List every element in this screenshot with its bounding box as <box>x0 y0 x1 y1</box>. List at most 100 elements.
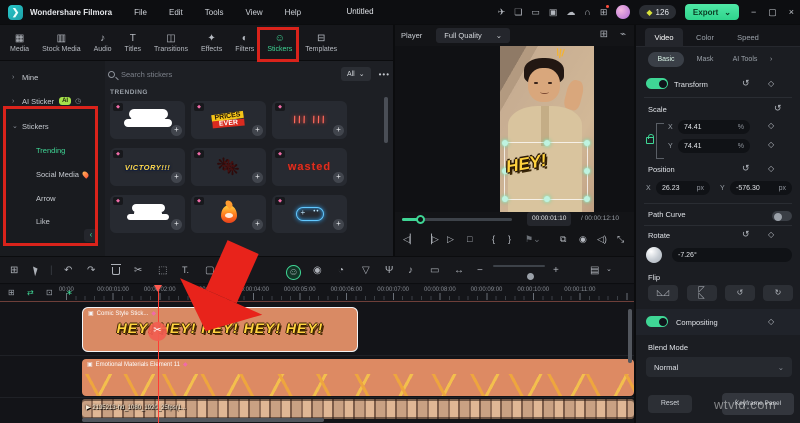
menu-tools[interactable]: Tools <box>205 8 224 17</box>
tab-media[interactable]: ▦ Media <box>10 33 29 53</box>
share-icon[interactable]: ✈ <box>498 7 506 18</box>
scale-y-keyframe-icon[interactable]: ◇ <box>768 140 774 149</box>
audio-stretch-icon[interactable]: ♪ <box>408 265 413 276</box>
timeline-zoom-slider[interactable] <box>493 265 545 280</box>
split-icon[interactable]: ✂ <box>134 265 142 276</box>
dual-screen-icon[interactable]: ⧉ <box>560 234 566 245</box>
timeline-ruler[interactable]: ⊞ ⇄ ⊡ ∗ 00:0000:00:01:0000:00:02:0000:00… <box>0 285 634 302</box>
play-button[interactable]: ▷ <box>447 234 454 245</box>
sticker-blush-marks[interactable]: ◆ \\\ \\\ + <box>272 101 347 139</box>
tab-color[interactable]: Color <box>688 28 722 47</box>
add-sticker-button[interactable]: + <box>333 125 344 136</box>
export-button[interactable]: Export ⌄ <box>684 4 739 20</box>
menu-edit[interactable]: Edit <box>169 8 183 17</box>
sidebar-item-mine[interactable]: › Mine <box>0 67 105 87</box>
sticker-victory[interactable]: ◆ VICTORY!!! + <box>110 148 185 186</box>
grid-view-icon[interactable]: ⊞ <box>600 30 608 40</box>
tab-titles[interactable]: T Titles <box>125 33 141 53</box>
add-sticker-button[interactable]: + <box>252 219 263 230</box>
auto-ripple-icon[interactable]: ⇄ <box>27 288 34 297</box>
add-sticker-button[interactable]: + <box>333 172 344 183</box>
lock-icon[interactable] <box>646 134 654 144</box>
add-sticker-button[interactable]: + <box>171 125 182 136</box>
sticker-ink-splash[interactable]: ◆ ❋ + <box>191 148 266 186</box>
library-scrollbar[interactable] <box>384 97 388 143</box>
seek-bar[interactable] <box>402 215 512 224</box>
sticker-prices-ever[interactable]: ◆ PRICES EVER + <box>191 101 266 139</box>
search-input[interactable] <box>121 69 341 79</box>
coin-badge[interactable]: ◆ 126 <box>639 5 676 19</box>
video-preview[interactable]: \|/ HEY! <box>500 46 594 212</box>
stop-button[interactable]: □ <box>467 234 472 244</box>
add-sticker-button[interactable]: + <box>252 125 263 136</box>
playhead-marker[interactable] <box>154 285 162 292</box>
support-icon[interactable]: ∩ <box>584 7 590 17</box>
rotate-input[interactable]: -7.26° <box>672 248 792 262</box>
flip-horizontal-button[interactable]: ◺◿ <box>648 285 678 301</box>
device-icon[interactable]: ▭ <box>531 7 540 18</box>
snapshot-tool-icon[interactable]: ◉ <box>313 265 322 276</box>
compositing-toggle[interactable] <box>646 316 668 327</box>
tab-filters[interactable]: ◐ Filters <box>235 33 254 53</box>
save-icon[interactable]: ▣ <box>549 7 558 18</box>
sticker-wasted[interactable]: ◆ wasted + <box>272 148 347 186</box>
tab-audio[interactable]: ♪ Audio <box>94 33 112 53</box>
mark-out-button[interactable]: } <box>508 234 511 244</box>
compositing-keyframe-icon[interactable]: ◇ <box>768 317 774 326</box>
playhead[interactable] <box>154 285 162 423</box>
undo-icon[interactable]: ↶ <box>64 265 72 276</box>
redo-icon[interactable]: ↷ <box>87 265 95 276</box>
previous-frame-button[interactable]: ◁▏ <box>403 234 417 245</box>
path-curve-toggle[interactable] <box>772 211 792 221</box>
scopes-icon[interactable]: ⌁ <box>620 30 626 40</box>
select-cursor-icon[interactable] <box>33 265 39 277</box>
reset-button[interactable]: Reset <box>648 395 692 413</box>
scale-x-keyframe-icon[interactable]: ◇ <box>768 121 774 130</box>
rotate-reset-icon[interactable]: ↺ <box>742 229 750 240</box>
fit-timeline-icon[interactable]: ↔ <box>454 265 464 276</box>
add-sticker-button[interactable]: + <box>171 219 182 230</box>
cloud-icon[interactable]: ☁ <box>566 7 575 18</box>
delete-icon[interactable] <box>111 264 121 275</box>
tab-transitions[interactable]: ◫ Transitions <box>154 33 188 53</box>
flip-vertical-button[interactable]: ◺◿ <box>687 285 717 301</box>
subtab-mask[interactable]: Mask <box>690 52 720 67</box>
close-button[interactable]: × <box>789 7 794 17</box>
tab-video[interactable]: Video <box>645 28 683 47</box>
track-manager-icon[interactable]: ▤ <box>590 265 599 276</box>
marker-button[interactable]: ⚑⌄ <box>525 234 541 245</box>
scale-x-input[interactable]: 74.41% <box>678 120 750 134</box>
tab-stock-media[interactable]: ▥ Stock Media <box>42 33 81 53</box>
position-keyframe-icon[interactable]: ◇ <box>768 164 774 173</box>
subtab-basic[interactable]: Basic <box>648 52 684 67</box>
add-sticker-button[interactable]: + <box>171 172 182 183</box>
position-y-input[interactable]: -576.30 px <box>730 181 792 195</box>
position-reset-icon[interactable]: ↺ <box>742 163 750 174</box>
zoom-knob[interactable] <box>527 273 534 280</box>
split-at-playhead-icon[interactable]: ✂ <box>148 322 167 341</box>
rotate-dial[interactable] <box>646 247 662 263</box>
screen-record-icon[interactable]: ▭ <box>430 265 439 276</box>
minimize-button[interactable]: − <box>751 7 756 17</box>
clip-emotional-materials[interactable]: ▣ Emotional Materials Element 11 ◆ <box>82 359 634 396</box>
transform-reset-icon[interactable]: ↺ <box>742 78 750 89</box>
fullscreen-icon[interactable]: ⤡ <box>617 234 624 245</box>
add-sticker-button[interactable]: + <box>333 219 344 230</box>
scale-y-input[interactable]: 74.41% <box>678 139 750 153</box>
zoom-in-icon[interactable]: + <box>553 265 559 276</box>
add-track-icon[interactable]: ⊞ <box>8 288 15 297</box>
shield-icon[interactable]: ▽ <box>362 265 370 276</box>
sticker-cloud-bubble[interactable]: ◆ + <box>110 195 185 233</box>
feedback-icon[interactable]: ❏ <box>514 7 522 18</box>
menu-view[interactable]: View <box>245 8 262 17</box>
seek-knob[interactable] <box>416 215 425 224</box>
sticker-neon-controller[interactable]: ◆ + <box>272 195 347 233</box>
zoom-out-icon[interactable]: − <box>477 265 483 276</box>
rotate-left-button[interactable]: ↺ <box>725 285 755 301</box>
transform-toggle[interactable] <box>646 78 668 89</box>
track-options-icon[interactable]: ⊞ <box>10 265 18 276</box>
menu-file[interactable]: File <box>134 8 147 17</box>
crop-icon[interactable]: ⬚ <box>158 265 167 276</box>
sticker-tool-icon[interactable]: ☺ <box>286 265 301 280</box>
rotate-keyframe-icon[interactable]: ◇ <box>768 230 774 239</box>
